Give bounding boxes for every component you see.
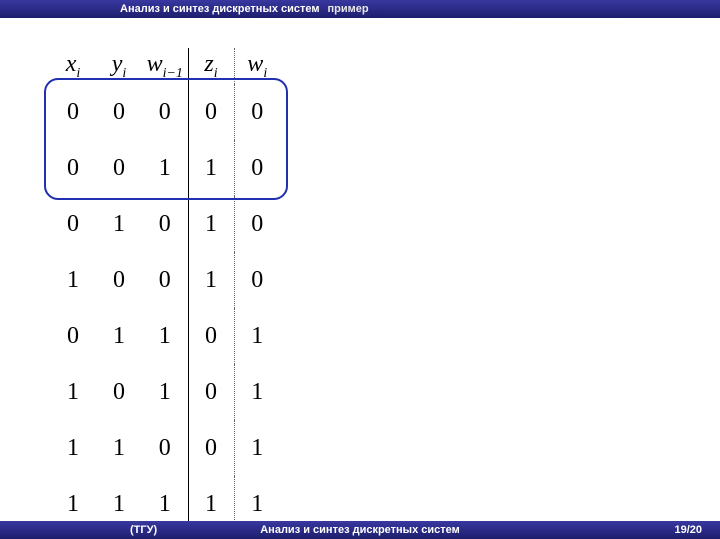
table-cell: 0 [96, 252, 142, 308]
table-header-row: xi yi wi−1 zi wi [50, 48, 280, 84]
table-cell: 0 [50, 196, 96, 252]
table-cell: 0 [96, 84, 142, 140]
truth-table: xi yi wi−1 zi wi 00000001100101010010011… [50, 48, 280, 532]
table-row: 01101 [50, 308, 280, 364]
col-header-wi: wi [234, 48, 280, 84]
footer-bar: (ТГУ) Анализ и синтез дискретных систем … [0, 521, 720, 539]
table-cell: 1 [50, 252, 96, 308]
table-cell: 0 [188, 420, 234, 476]
table-cell: 1 [234, 308, 280, 364]
table-row: 10101 [50, 364, 280, 420]
table-cell: 1 [96, 420, 142, 476]
table-cell: 1 [142, 140, 188, 196]
header-bar: Анализ и синтез дискретных систем пример [0, 0, 720, 18]
table-cell: 0 [142, 420, 188, 476]
table-cell: 0 [142, 196, 188, 252]
table-cell: 0 [50, 84, 96, 140]
table-body: 0000000110010101001001101101011100111111 [50, 84, 280, 532]
table-cell: 1 [96, 196, 142, 252]
table-row: 00110 [50, 140, 280, 196]
footer-right: 19/20 [674, 524, 702, 536]
table-cell: 0 [142, 84, 188, 140]
header-title: Анализ и синтез дискретных систем [120, 3, 320, 15]
table-cell: 1 [234, 420, 280, 476]
table-row: 10010 [50, 252, 280, 308]
table-row: 11001 [50, 420, 280, 476]
table-cell: 0 [142, 252, 188, 308]
col-header-yi: yi [96, 48, 142, 84]
table-row: 01010 [50, 196, 280, 252]
table-cell: 1 [188, 196, 234, 252]
table-cell: 1 [188, 252, 234, 308]
table-cell: 1 [96, 308, 142, 364]
table-cell: 1 [142, 308, 188, 364]
col-header-xi: xi [50, 48, 96, 84]
table-cell: 0 [234, 84, 280, 140]
table-cell: 0 [188, 364, 234, 420]
table-cell: 0 [50, 140, 96, 196]
truth-table-grid: xi yi wi−1 zi wi 00000001100101010010011… [50, 48, 280, 532]
col-header-zi: zi [188, 48, 234, 84]
table-cell: 1 [142, 364, 188, 420]
table-cell: 0 [96, 140, 142, 196]
table-cell: 0 [234, 252, 280, 308]
table-cell: 0 [50, 308, 96, 364]
header-subtitle: пример [328, 3, 369, 15]
col-header-wi1: wi−1 [142, 48, 188, 84]
table-cell: 0 [96, 364, 142, 420]
table-cell: 1 [50, 420, 96, 476]
table-cell: 0 [188, 308, 234, 364]
table-cell: 1 [50, 364, 96, 420]
footer-left: (ТГУ) [0, 524, 157, 536]
table-cell: 0 [188, 84, 234, 140]
table-cell: 1 [234, 364, 280, 420]
content-area: xi yi wi−1 zi wi 00000001100101010010011… [0, 18, 720, 537]
table-cell: 1 [188, 140, 234, 196]
table-cell: 0 [234, 196, 280, 252]
table-cell: 0 [234, 140, 280, 196]
table-row: 00000 [50, 84, 280, 140]
footer-center: Анализ и синтез дискретных систем [260, 524, 460, 536]
